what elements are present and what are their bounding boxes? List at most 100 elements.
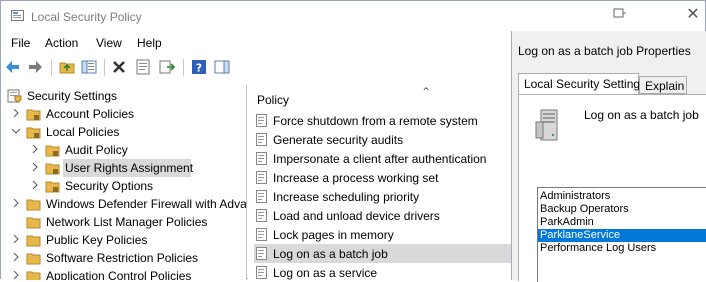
folder-icon (26, 217, 41, 229)
chevron-right-icon[interactable] (31, 181, 39, 189)
account-item[interactable]: Administrators (538, 190, 706, 203)
dialog-title: Log on as a batch job Properties (518, 44, 691, 58)
policy-label: Log on as a service (273, 266, 378, 280)
restore-icon[interactable] (611, 7, 629, 23)
chevron-right-icon[interactable] (12, 109, 20, 117)
tree-item-label: Local Policies (46, 125, 120, 139)
account-item[interactable]: Backup Operators (538, 203, 706, 216)
chevron-down-icon[interactable] (12, 127, 20, 135)
tree-item-local-policies[interactable]: Local Policies (1, 123, 246, 141)
tree-item-user-rights-assignment[interactable]: User Rights Assignment (1, 159, 246, 177)
chevron-right-icon[interactable] (31, 145, 39, 153)
tree-item-software-restriction-policies[interactable]: Software Restriction Policies (1, 249, 246, 267)
policy-label: Impersonate a client after authenticatio… (273, 152, 487, 166)
chevron-right-icon[interactable] (12, 199, 20, 207)
tree-item-label: Security Options (65, 179, 154, 193)
tree-item-public-key-policies[interactable]: Public Key Policies (1, 231, 246, 249)
policy-label: Log on as a batch job (273, 247, 388, 261)
chevron-right-icon[interactable] (31, 163, 39, 171)
account-list[interactable]: Administrators Backup Operators ParkAdmi… (537, 187, 706, 282)
folder-icon (45, 145, 60, 157)
account-item[interactable]: Performance Log Users (538, 242, 706, 255)
policy-icon (256, 114, 267, 127)
policy-row[interactable]: Force shutdown from a remote system (254, 111, 512, 130)
tree-item-label: User Rights Assignment (65, 161, 194, 175)
policy-row-selected[interactable]: Log on as a batch job (254, 244, 512, 263)
policy-row[interactable]: Lock pages in memory (254, 225, 512, 244)
column-header-policy[interactable]: Policy (257, 93, 289, 107)
tab-local-security-setting[interactable]: Local Security Setting (518, 73, 641, 95)
main-window: Local Security Policy ✕ File Action View… (0, 0, 706, 282)
policy-icon (256, 266, 267, 279)
chevron-right-icon[interactable] (12, 235, 20, 243)
tree-item-security-options[interactable]: Security Options (1, 177, 246, 195)
chevron-right-icon[interactable] (12, 271, 20, 279)
folder-icon (26, 235, 41, 247)
toolbar-separator (183, 59, 184, 76)
policy-label: Force shutdown from a remote system (273, 114, 478, 128)
help-icon[interactable]: ? (191, 59, 207, 75)
server-icon (535, 109, 558, 141)
tab-label: Explain (645, 79, 685, 93)
tab-label: Local Security Setting (524, 77, 641, 91)
account-item[interactable]: ParkAdmin (538, 216, 706, 229)
navigation-tree: Security Settings Account Policies Local… (1, 85, 247, 280)
folder-icon (26, 253, 41, 265)
show-action-pane-icon[interactable] (214, 59, 230, 75)
account-item-selected[interactable]: ParklaneService (538, 229, 706, 242)
close-icon[interactable]: ✕ (684, 7, 702, 23)
properties-dialog: Log on as a batch job Properties Local S… (511, 31, 706, 282)
policy-icon (256, 209, 267, 222)
export-list-icon[interactable] (159, 59, 175, 75)
delete-icon[interactable] (111, 59, 127, 75)
folder-icon (26, 127, 41, 139)
menu-view[interactable]: View (96, 36, 122, 50)
tree-item-application-control-policies[interactable]: Application Control Policies (1, 267, 246, 280)
policy-row[interactable]: Generate security audits (254, 130, 512, 149)
folder-icon (26, 199, 41, 211)
tree-item-audit-policy[interactable]: Audit Policy (1, 141, 246, 159)
show-hide-tree-icon[interactable] (81, 59, 97, 75)
window-title: Local Security Policy (31, 10, 142, 24)
tab-panel: Log on as a batch job Administrators Bac… (518, 94, 706, 282)
policy-row[interactable]: Log on as a service (254, 263, 512, 280)
toolbar-separator (104, 59, 105, 76)
policy-icon (256, 247, 267, 260)
tree-item-account-policies[interactable]: Account Policies (1, 105, 246, 123)
tree-item-network-list-manager-policies[interactable]: Network List Manager Policies (1, 213, 246, 231)
folder-icon (45, 181, 60, 193)
policy-label: Lock pages in memory (273, 228, 394, 242)
title-bar: Local Security Policy ✕ (1, 1, 705, 31)
forward-arrow-icon[interactable] (27, 59, 43, 75)
policy-row[interactable]: Load and unload device drivers (254, 206, 512, 225)
policy-icon (256, 152, 267, 165)
tree-item-label: Audit Policy (65, 143, 128, 157)
menu-file[interactable]: File (11, 36, 30, 50)
security-policy-app-icon (11, 10, 24, 21)
chevron-right-icon[interactable] (12, 253, 20, 261)
tab-explain[interactable]: Explain (639, 76, 687, 94)
policy-row[interactable]: Increase a process working set (254, 168, 512, 187)
policy-row[interactable]: Impersonate a client after authenticatio… (254, 149, 512, 168)
up-folder-icon[interactable] (59, 59, 75, 75)
panel-title: Log on as a batch job (584, 108, 699, 122)
policy-list: ⌃ Policy Force shutdown from a remote sy… (248, 85, 512, 280)
menu-help[interactable]: Help (137, 36, 162, 50)
back-arrow-icon[interactable] (5, 59, 21, 75)
policy-icon (256, 228, 267, 241)
policy-row[interactable]: Increase scheduling priority (254, 187, 512, 206)
tree-item-label: Windows Defender Firewall with Adva (46, 197, 247, 211)
properties-icon[interactable] (135, 59, 151, 75)
sort-up-caret-icon[interactable]: ⌃ (421, 85, 431, 99)
security-settings-icon (7, 89, 22, 103)
tree-item-label: Software Restriction Policies (46, 251, 199, 265)
policy-label: Increase scheduling priority (273, 190, 420, 204)
tree-item-security-settings[interactable]: Security Settings (1, 87, 246, 105)
folder-icon (45, 163, 60, 175)
menu-action[interactable]: Action (45, 36, 78, 50)
tree-item-label: Account Policies (46, 107, 135, 121)
policy-label: Load and unload device drivers (273, 209, 440, 223)
tree-item-windows-defender-firewall[interactable]: Windows Defender Firewall with Adva (1, 195, 246, 213)
folder-icon (26, 109, 41, 121)
tree-item-label: Application Control Policies (46, 269, 192, 280)
